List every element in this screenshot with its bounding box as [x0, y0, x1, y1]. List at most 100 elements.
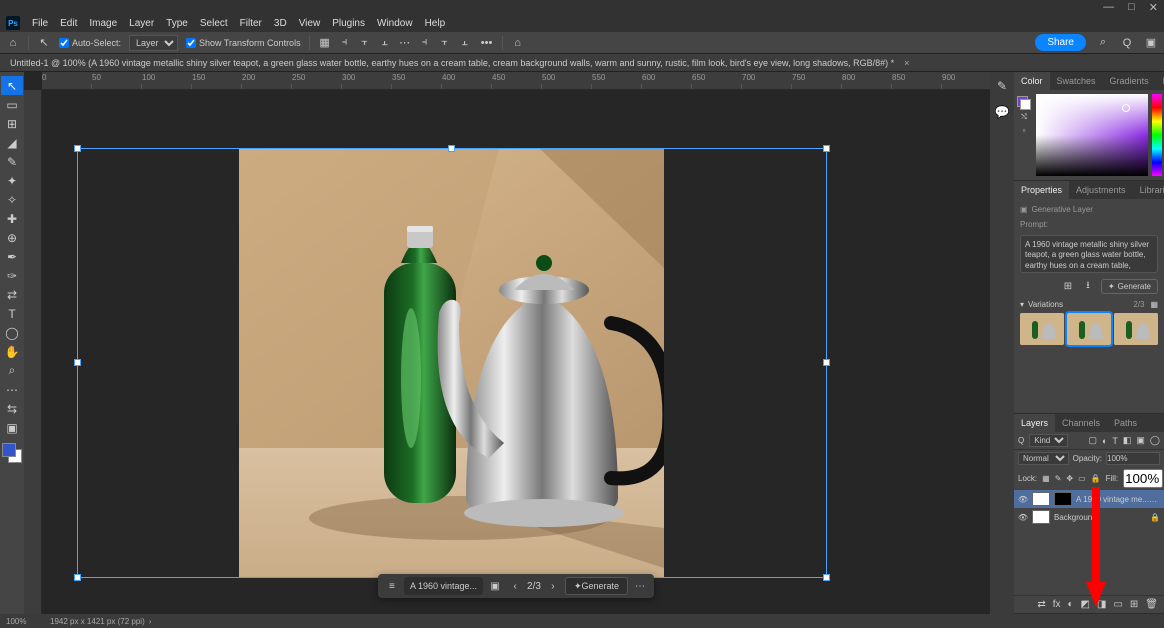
align-icon-4[interactable]: ⋯: [398, 36, 412, 50]
layers-action-4[interactable]: ◨: [1097, 599, 1106, 610]
align-icon-2[interactable]: ⫟: [358, 36, 372, 50]
workspace-switcher-icon[interactable]: ▣: [1144, 36, 1158, 50]
variations-toggle-icon[interactable]: ▾: [1020, 300, 1024, 309]
more-options-icon[interactable]: •••: [480, 36, 494, 50]
menu-filter[interactable]: Filter: [234, 16, 268, 31]
tool-6[interactable]: ✧: [1, 190, 23, 209]
prompt-expand-icon[interactable]: ≡: [384, 578, 400, 594]
tool-8[interactable]: ⊕: [1, 228, 23, 247]
menu-edit[interactable]: Edit: [54, 16, 83, 31]
tab-swatches[interactable]: Swatches: [1050, 72, 1103, 90]
color-swatches[interactable]: [2, 443, 22, 463]
tab-properties[interactable]: Properties: [1014, 181, 1069, 199]
filter-smart-icon[interactable]: ▣: [1136, 435, 1145, 446]
tool-2[interactable]: ⊞: [1, 114, 23, 133]
lock-all-icon[interactable]: 🔒: [1091, 474, 1101, 483]
window-close-icon[interactable]: ✕: [1149, 1, 1158, 14]
menu-help[interactable]: Help: [419, 16, 452, 31]
status-chevron-icon[interactable]: ›: [149, 617, 152, 626]
handle-tr[interactable]: [823, 145, 830, 152]
tool-13[interactable]: ◯: [1, 323, 23, 342]
align-icon-0[interactable]: ▦: [318, 36, 332, 50]
menu-image[interactable]: Image: [83, 16, 123, 31]
tool-3[interactable]: ◢: [1, 133, 23, 152]
align-icon-1[interactable]: ⫞: [338, 36, 352, 50]
transform-bounds[interactable]: [77, 148, 827, 578]
blend-mode[interactable]: Normal: [1018, 452, 1069, 465]
menu-plugins[interactable]: Plugins: [326, 16, 371, 31]
auto-select-target[interactable]: Layer: [129, 35, 178, 51]
align-icon-5[interactable]: ⫞: [418, 36, 432, 50]
zoom-level[interactable]: 100%: [6, 617, 50, 626]
tool-5[interactable]: ✦: [1, 171, 23, 190]
layer-name[interactable]: A 1960 vintage me...ew, long shadows: [1076, 495, 1160, 504]
variation-thumb-2[interactable]: [1114, 313, 1158, 345]
color-picker-field[interactable]: [1036, 94, 1148, 176]
align-icon-6[interactable]: ⫟: [438, 36, 452, 50]
layer-name[interactable]: Background: [1054, 513, 1146, 522]
tool-14[interactable]: ✋: [1, 342, 23, 361]
swap-colors-icon[interactable]: ⤭: [1021, 114, 1027, 122]
tab-libraries[interactable]: Libraries: [1133, 181, 1164, 199]
prev-variation-button[interactable]: ‹: [507, 578, 523, 594]
foreground-background-swatch[interactable]: [1017, 96, 1031, 110]
handle-tm[interactable]: [448, 145, 455, 152]
tool-7[interactable]: ✚: [1, 209, 23, 228]
menu-file[interactable]: File: [26, 16, 54, 31]
layers-action-6[interactable]: ⊞: [1130, 599, 1138, 610]
tool-11[interactable]: ⇄: [1, 285, 23, 304]
handle-bl[interactable]: [74, 574, 81, 581]
fill-input[interactable]: [1123, 469, 1163, 488]
tool-9[interactable]: ✒: [1, 247, 23, 266]
layers-action-0[interactable]: ⇄: [1037, 599, 1045, 610]
layer-visibility-icon[interactable]: 👁: [1018, 513, 1028, 522]
tab-gradients[interactable]: Gradients: [1103, 72, 1156, 90]
menu-window[interactable]: Window: [371, 16, 419, 31]
variations-grid-icon[interactable]: ▦: [1150, 300, 1158, 309]
tool-4[interactable]: ✎: [1, 152, 23, 171]
tab-color[interactable]: Color: [1014, 72, 1050, 90]
home-icon[interactable]: ⌂: [6, 36, 20, 50]
3d-mode-icon[interactable]: ⌂: [511, 36, 525, 50]
menu-3d[interactable]: 3D: [268, 16, 293, 31]
menu-type[interactable]: Type: [160, 16, 194, 31]
tool-15[interactable]: ⌕: [1, 361, 23, 380]
document-tab-title[interactable]: Untitled-1 @ 100% (A 1960 vintage metall…: [10, 58, 894, 68]
prompt-textarea[interactable]: A 1960 vintage metallic shiny silver tea…: [1020, 235, 1158, 273]
filter-pixel-icon[interactable]: ▢: [1088, 435, 1097, 446]
align-icon-3[interactable]: ⫠: [378, 36, 392, 50]
window-maximize-icon[interactable]: □: [1128, 1, 1135, 13]
align-icon-7[interactable]: ⫠: [458, 36, 472, 50]
generate-button[interactable]: ✦ Generate: [565, 577, 628, 595]
prompt-chip[interactable]: A 1960 vintage...: [404, 577, 483, 595]
more-icon[interactable]: ⋯: [632, 578, 648, 594]
document-tab-close-icon[interactable]: ×: [904, 58, 909, 68]
filter-adjust-icon[interactable]: ◐: [1102, 436, 1107, 446]
next-variation-button[interactable]: ›: [545, 578, 561, 594]
handle-tl[interactable]: [74, 145, 81, 152]
layer-filter-kind[interactable]: Kind: [1029, 434, 1068, 447]
layer-row-0[interactable]: 👁A 1960 vintage me...ew, long shadows: [1014, 490, 1164, 508]
show-transform-checkbox[interactable]: Show Transform Controls: [186, 38, 301, 48]
lock-position-icon[interactable]: ✥: [1066, 474, 1073, 483]
tool-10[interactable]: ✑: [1, 266, 23, 285]
lock-artboard-icon[interactable]: ▭: [1078, 474, 1086, 483]
layers-action-2[interactable]: ◐: [1068, 599, 1074, 610]
share-button[interactable]: Share: [1035, 34, 1086, 51]
tool-16[interactable]: ⋯: [1, 380, 23, 399]
layers-action-5[interactable]: ▭: [1113, 599, 1122, 610]
handle-br[interactable]: [823, 574, 830, 581]
window-minimize-icon[interactable]: —: [1103, 1, 1114, 13]
lock-transparency-icon[interactable]: ▦: [1042, 474, 1050, 483]
tab-adjustments[interactable]: Adjustments: [1069, 181, 1133, 199]
menu-select[interactable]: Select: [194, 16, 234, 31]
generate-button-panel[interactable]: ✦Generate: [1101, 279, 1158, 294]
handle-ml[interactable]: [74, 359, 81, 366]
handle-mr[interactable]: [823, 359, 830, 366]
tool-18[interactable]: ▣: [1, 418, 23, 437]
layers-action-1[interactable]: fx: [1053, 599, 1061, 610]
menu-view[interactable]: View: [293, 16, 327, 31]
gallery-icon[interactable]: ▣: [487, 578, 503, 594]
filter-shape-icon[interactable]: ◧: [1123, 435, 1132, 446]
tool-1[interactable]: ▭: [1, 95, 23, 114]
